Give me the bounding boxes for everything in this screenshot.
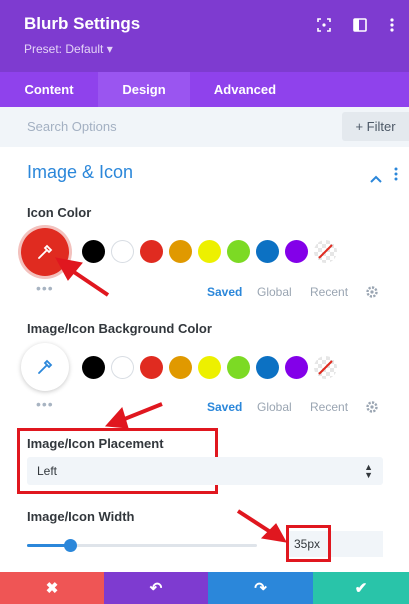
filter-button[interactable]: + Filter — [342, 112, 409, 141]
placement-value: Left — [37, 464, 58, 478]
redo-icon: ↷ — [254, 580, 267, 597]
color-swatch[interactable] — [198, 240, 221, 263]
color-swatch[interactable] — [198, 356, 221, 379]
bg-color-picker[interactable] — [21, 343, 69, 391]
gear-icon[interactable] — [365, 400, 379, 414]
fullscreen-icon[interactable] — [316, 17, 332, 33]
color-swatch[interactable] — [227, 356, 250, 379]
select-caret-icon: ▲ ▼ — [364, 462, 373, 480]
color-swatch[interactable] — [256, 240, 279, 263]
recent-tab[interactable]: Recent — [310, 285, 348, 299]
search-input[interactable] — [27, 119, 277, 134]
chevron-up-icon[interactable] — [370, 170, 382, 188]
color-swatch[interactable] — [169, 240, 192, 263]
discard-button[interactable]: ✖ — [0, 572, 104, 604]
more-options-icon[interactable]: ••• — [36, 396, 54, 412]
width-slider-thumb[interactable] — [64, 539, 77, 552]
placement-select[interactable]: Left ▲ ▼ — [27, 457, 383, 485]
icon-color-label: Icon Color — [27, 205, 92, 220]
color-swatch[interactable] — [111, 240, 134, 263]
saved-tab[interactable]: Saved — [207, 285, 242, 299]
color-swatch[interactable] — [140, 240, 163, 263]
color-swatch[interactable] — [285, 240, 308, 263]
checkmark-icon: ✔ — [354, 580, 368, 597]
save-button[interactable]: ✔ — [313, 572, 409, 604]
eyedropper-icon — [38, 359, 53, 374]
settings-tabs: Content Design Advanced — [0, 72, 409, 107]
width-highlight-box — [286, 525, 331, 562]
color-swatch[interactable] — [82, 356, 105, 379]
undo-icon: ↶ — [149, 580, 163, 597]
color-swatch[interactable] — [169, 356, 192, 379]
section-more-icon[interactable] — [394, 167, 398, 186]
eyedropper-icon — [38, 244, 53, 259]
sidebar-toggle-icon[interactable] — [352, 17, 368, 33]
global-tab[interactable]: Global — [257, 285, 292, 299]
modal-header: Blurb Settings Preset: Default ▾ — [0, 0, 409, 72]
bg-color-label: Image/Icon Background Color — [27, 321, 212, 336]
placement-label: Image/Icon Placement — [27, 436, 164, 451]
modal-title: Blurb Settings — [24, 14, 141, 33]
undo-button[interactable]: ↶ — [104, 572, 208, 604]
preset-selector[interactable]: Preset: Default ▾ — [24, 42, 113, 56]
color-swatch[interactable] — [82, 240, 105, 263]
width-label: Image/Icon Width — [27, 509, 135, 524]
section-title[interactable]: Image & Icon — [27, 162, 133, 183]
gear-icon[interactable] — [365, 285, 379, 299]
more-menu-icon[interactable] — [384, 17, 400, 33]
tab-content[interactable]: Content — [0, 72, 98, 107]
no-color-swatch[interactable] — [314, 240, 337, 263]
redo-button[interactable]: ↷ — [208, 572, 313, 604]
color-swatch[interactable] — [256, 356, 279, 379]
no-color-swatch[interactable] — [314, 356, 337, 379]
close-icon: ✖ — [45, 580, 59, 597]
color-swatch[interactable] — [285, 356, 308, 379]
modal-footer: ✖ ↶ ↷ ✔ — [0, 572, 409, 604]
saved-tab[interactable]: Saved — [207, 400, 242, 414]
color-swatch[interactable] — [140, 356, 163, 379]
color-swatch[interactable] — [227, 240, 250, 263]
icon-color-picker[interactable] — [21, 228, 69, 276]
recent-tab[interactable]: Recent — [310, 400, 348, 414]
more-options-icon[interactable]: ••• — [36, 280, 54, 296]
global-tab[interactable]: Global — [257, 400, 292, 414]
tab-advanced[interactable]: Advanced — [190, 72, 300, 107]
color-swatch[interactable] — [111, 356, 134, 379]
tab-design[interactable]: Design — [98, 72, 190, 107]
